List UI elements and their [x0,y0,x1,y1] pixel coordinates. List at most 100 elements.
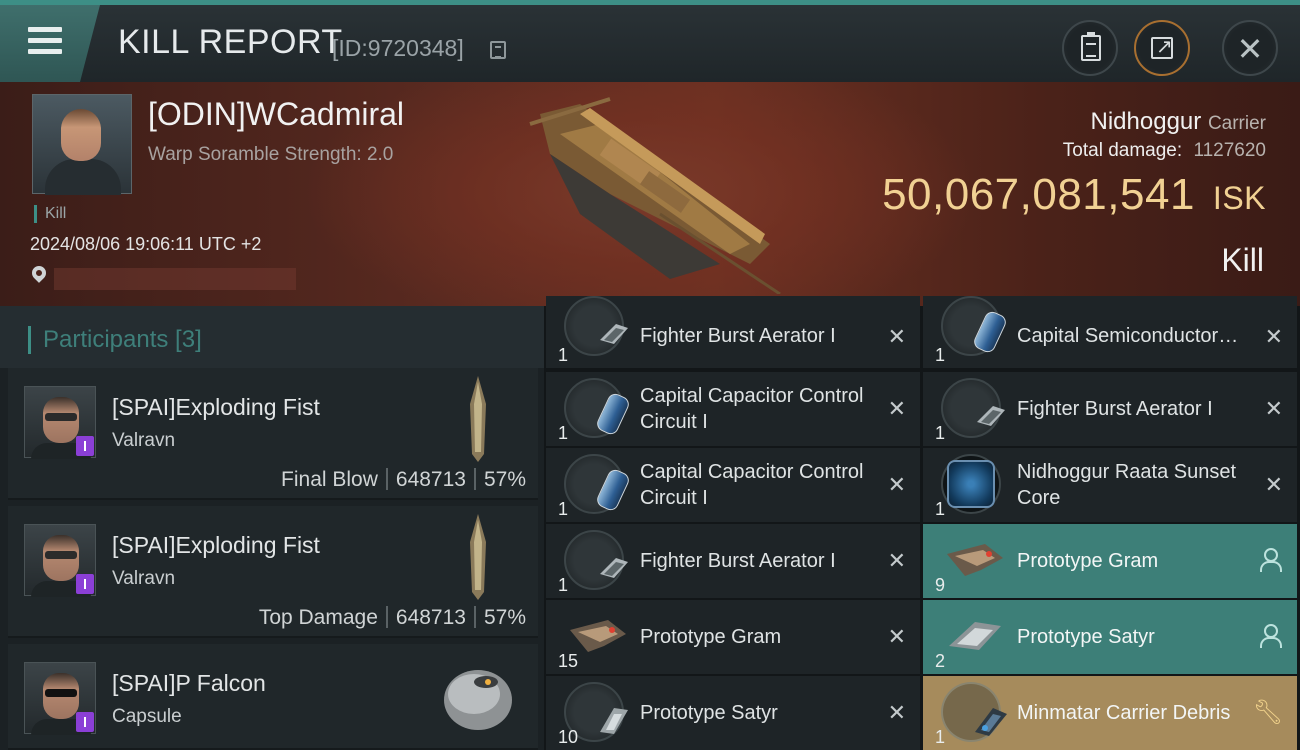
clipboard-button[interactable] [1062,20,1118,76]
item-cell[interactable]: 1 Minmatar Carrier Debris 🔧︎ [923,676,1297,750]
item-graphic [971,309,1009,355]
item-graphic [947,460,995,508]
item-graphic [600,558,628,578]
location-pin-icon [29,263,49,283]
capacitor-circuit-icon [564,378,632,438]
item-cell[interactable]: 1 Fighter Burst Aerator I ✕ [546,524,920,598]
item-name: Prototype Satyr [1017,626,1155,648]
destroyed-x-icon: ✕ [887,324,906,349]
victim-name[interactable]: [ODIN]WCadmiral [148,96,404,133]
victim-portrait[interactable] [32,94,132,195]
item-name: Fighter Burst Aerator I [640,550,836,572]
participant-role: Top Damage [258,606,378,629]
kill-tag: Kill [34,205,66,223]
participant-row[interactable]: [SPAI]P Falcon Capsule [8,644,538,750]
item-graphic [594,391,632,437]
item-cell[interactable]: 1 Fighter Burst Aerator I ✕ [546,296,920,368]
item-name: Fighter Burst Aerator I [640,325,836,347]
item-name: Nidhoggur Raata Sunset Core [1017,461,1237,509]
participant-damage: 648713 [395,606,466,629]
participant-row[interactable]: [SPAI]Exploding Fist Valravn Final Blow 6… [8,368,538,500]
fighter-burst-aerator-icon [564,530,628,590]
copy-icon[interactable] [490,41,506,59]
carrier-debris-icon [941,682,1007,742]
item-quantity: 2 [935,651,946,671]
ship-name: Nidhoggur [1090,108,1202,135]
person-icon [1259,548,1282,572]
participant-role: Final Blow [281,468,378,491]
total-damage-label: Total damage: [1062,140,1183,161]
participants-header: Participants [3] [0,306,544,368]
menu-button[interactable] [0,5,100,82]
share-button[interactable] [1134,20,1190,76]
stat-divider [385,468,388,490]
participant-percent: 57% [483,606,526,629]
participants-title: Participants [3] [28,326,202,354]
location-value[interactable] [54,268,296,290]
item-cell[interactable]: 1 Nidhoggur Raata Sunset Core ✕ [923,448,1297,522]
info-badge-icon[interactable] [76,712,94,732]
victim-panel: [ODIN]WCadmiral Warp Soramble Strength: … [0,82,1300,306]
victim-ship[interactable]: Nidhoggur Carrier [1091,108,1266,136]
participant-ship: Valravn [112,430,176,451]
avatar-glasses [45,413,77,421]
avatar-glasses [45,551,77,559]
report-id: [ID:9720348] [332,35,464,61]
participant-ship-icon [470,376,486,462]
info-badge-icon[interactable] [76,574,94,594]
item-cell[interactable]: 1 Capital Capacitor Control Circuit I ✕ [546,448,920,522]
item-name: Fighter Burst Aerator I [1017,398,1213,420]
participant-damage: 648713 [395,468,466,491]
item-cell[interactable]: 15 Prototype Gram ✕ [546,600,920,674]
item-name: Capital Semiconductor… [1017,325,1239,347]
participant-ship: Valravn [112,568,176,589]
participant-ship-icon [470,514,486,600]
item-name: Prototype Satyr [640,702,778,724]
item-quantity: 1 [558,423,569,443]
participant-name: [SPAI]Exploding Fist [112,394,320,420]
person-icon [1259,624,1282,648]
isk-value: 50,067,081,541 ISK [882,170,1266,220]
portrait-head [61,109,101,161]
clipboard-icon [1081,32,1101,61]
item-quantity: 1 [935,423,946,443]
item-graphic [977,406,1005,426]
participants-panel: Participants [3] [SPAI]Exploding Fist Va… [0,306,544,750]
top-bar: KILL REPORT [ID:9720348] ✕ [0,0,1300,82]
fighter-burst-aerator-icon [941,378,1005,438]
item-graphic [594,467,632,513]
page-title: KILL REPORT [118,23,343,61]
kill-datetime: 2024/08/06 19:06:11 UTC +2 [30,234,262,254]
participant-name: [SPAI]P Falcon [112,670,266,696]
fighter-drone-icon [947,544,1003,576]
stat-divider [385,606,388,628]
destroyed-x-icon: ✕ [1264,396,1283,421]
item-quantity: 1 [935,727,946,747]
destroyed-x-icon: ✕ [887,472,906,497]
destroyed-x-icon: ✕ [887,700,906,725]
item-name: Capital Capacitor Control Circuit I [640,385,864,433]
share-icon [1151,34,1173,59]
wrench-icon: 🔧︎ [1252,699,1283,726]
item-cell[interactable]: 1 Capital Semiconductor… ✕ [923,296,1297,368]
item-cell[interactable]: 1 Capital Capacitor Control Circuit I ✕ [546,372,920,446]
close-button[interactable]: ✕ [1222,20,1278,76]
warp-scramble-strength: Warp Soramble Strength: 2.0 [148,144,394,165]
destroyed-x-icon: ✕ [887,548,906,573]
item-cell[interactable]: 9 Prototype Gram [923,524,1297,598]
total-damage-value: 1127620 [1193,140,1266,161]
item-quantity: 1 [558,575,569,595]
item-quantity: 15 [558,651,579,671]
item-cell[interactable]: 10 Prototype Satyr ✕ [546,676,920,750]
item-name: Prototype Gram [1017,550,1159,572]
info-badge-icon[interactable] [76,436,94,456]
participant-stats: Top Damage 648713 57% [259,606,526,630]
fighter-drone-icon [949,622,1001,650]
fighter-burst-aerator-icon [564,296,628,356]
item-cell[interactable]: 1 Fighter Burst Aerator I ✕ [923,372,1297,446]
item-name: Capital Capacitor Control Circuit I [640,461,864,509]
participant-row[interactable]: [SPAI]Exploding Fist Valravn Top Damage 6… [8,506,538,638]
portrait-body [45,159,121,195]
item-quantity: 1 [935,345,946,365]
item-cell[interactable]: 2 Prototype Satyr [923,600,1297,674]
